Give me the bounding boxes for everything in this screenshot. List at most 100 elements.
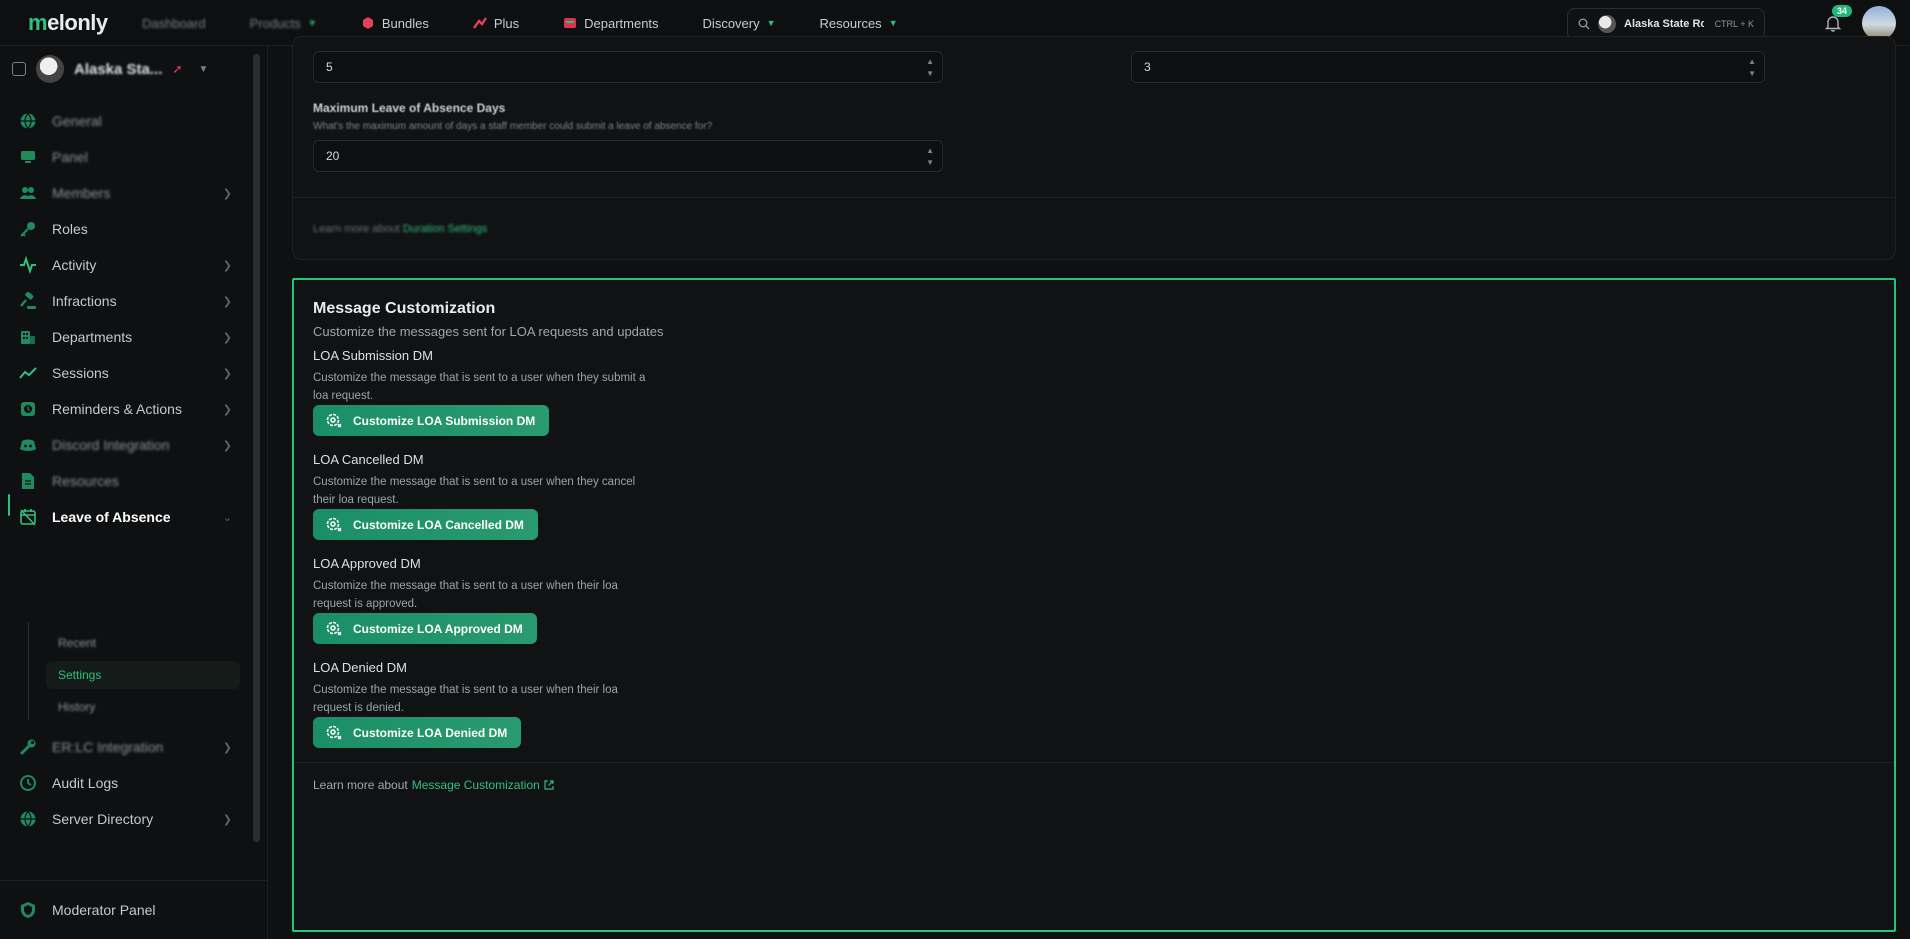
- sidebar-item-sessions[interactable]: Sessions ❯: [18, 358, 232, 388]
- submenu-item-recent[interactable]: Recent: [46, 629, 240, 657]
- sidebar-item-departments[interactable]: Departments ❯: [18, 322, 232, 352]
- section-subtitle: Customize the messages sent for LOA requ…: [313, 324, 664, 339]
- sidebar-footer: Moderator Panel: [0, 880, 268, 939]
- calendar-off-icon: [18, 507, 38, 527]
- dm-title: LOA Submission DM: [313, 348, 433, 363]
- sidebar-item-roles[interactable]: Roles: [18, 214, 232, 244]
- chevron-down-icon: ⌄: [222, 511, 232, 524]
- duration-input-a[interactable]: 5 ▲ ▼: [313, 51, 943, 83]
- dm-title: LOA Approved DM: [313, 556, 421, 571]
- chevron-down-icon: ▼: [307, 18, 317, 28]
- active-indicator: [8, 494, 10, 516]
- bundle-icon: [362, 17, 373, 29]
- server-name: Alaska Sta...: [74, 60, 163, 78]
- chevron-right-icon: ❯: [222, 367, 232, 380]
- dm-title: LOA Denied DM: [313, 660, 407, 675]
- nav-resources[interactable]: Resources ▼: [820, 16, 898, 31]
- nav-bundles[interactable]: Bundles: [361, 16, 429, 31]
- sidebar-item-discord-integration[interactable]: Discord Integration ❯: [18, 430, 232, 460]
- customize-loa-approved-dm-button[interactable]: Customize LOA Approved DM: [313, 613, 537, 644]
- chevron-right-icon: ❯: [222, 741, 232, 754]
- chevron-right-icon: ❯: [222, 403, 232, 416]
- card-divider: [294, 762, 1894, 763]
- sessions-icon: [18, 363, 38, 383]
- duration-settings-learn-more: Learn more about Duration Settings: [313, 223, 488, 235]
- sidebar-item-leave-of-absence[interactable]: Leave of Absence ⌄: [18, 502, 232, 532]
- message-customization-link[interactable]: Message Customization: [412, 778, 540, 792]
- search-server-name: Alaska State Role: [1624, 18, 1704, 30]
- history-icon: [18, 773, 38, 793]
- chevron-right-icon: ❯: [222, 187, 232, 200]
- sidebar-item-members[interactable]: Members ❯: [18, 178, 232, 208]
- melonly-logo[interactable]: melonly: [28, 10, 108, 36]
- notification-badge: 34: [1832, 5, 1853, 17]
- nav-discovery[interactable]: Discovery ▼: [703, 16, 776, 31]
- dm-description: Customize the message that is sent to a …: [313, 684, 618, 714]
- sidebar-item-general[interactable]: General: [18, 106, 232, 136]
- search-icon: [1578, 18, 1590, 30]
- stepper-arrows-icon[interactable]: ▲ ▼: [926, 145, 934, 169]
- activity-icon: [18, 255, 38, 275]
- gear-icon: [326, 725, 342, 739]
- nav-products[interactable]: Products ▼: [250, 16, 317, 31]
- dm-description: Customize the message that is sent to a …: [313, 580, 618, 610]
- gavel-icon: [18, 291, 38, 311]
- loa-submission-dm-block: LOA Submission DM Customize the message …: [313, 348, 733, 405]
- chevron-right-icon: ❯: [222, 813, 232, 826]
- nav-dashboard[interactable]: Dashboard: [142, 16, 206, 31]
- stepper-arrows-icon[interactable]: ▲ ▼: [926, 56, 934, 80]
- external-link-icon: [544, 780, 554, 790]
- max-loa-days-title: Maximum Leave of Absence Days: [313, 101, 506, 115]
- dm-description: Customize the message that is sent to a …: [313, 476, 636, 506]
- reminder-icon: [18, 399, 38, 419]
- duration-input-b[interactable]: 3 ▲ ▼: [1131, 51, 1765, 83]
- nav-departments[interactable]: Departments: [563, 16, 659, 31]
- chevron-down-icon: ▼: [198, 63, 209, 75]
- stepper-arrows-icon[interactable]: ▲ ▼: [1748, 56, 1756, 80]
- nav-plus[interactable]: Plus: [472, 16, 519, 31]
- loa-approved-dm-block: LOA Approved DM Customize the message th…: [313, 556, 733, 613]
- sidebar-item-infractions[interactable]: Infractions ❯: [18, 286, 232, 316]
- section-title: Message Customization: [313, 300, 496, 317]
- members-icon: [18, 183, 38, 203]
- monitor-icon: [18, 147, 38, 167]
- sidebar-item-resources[interactable]: Resources: [18, 466, 232, 496]
- max-loa-days-input[interactable]: 20 ▲ ▼: [313, 140, 943, 172]
- shield-icon: [18, 900, 38, 920]
- user-avatar[interactable]: [1862, 6, 1896, 40]
- submenu-guide-line: [28, 622, 29, 720]
- customize-loa-denied-dm-button[interactable]: Customize LOA Denied DM: [313, 717, 522, 748]
- duration-settings-link[interactable]: Duration Settings: [403, 223, 487, 235]
- sidebar-item-server-directory[interactable]: Server Directory ❯: [18, 804, 232, 834]
- sidebar-item-panel[interactable]: Panel: [18, 142, 232, 172]
- dm-title: LOA Cancelled DM: [313, 452, 424, 467]
- chevron-right-icon: ❯: [222, 259, 232, 272]
- server-switcher[interactable]: Alaska Sta... ➚ ▼: [12, 54, 208, 84]
- chevron-down-icon: ▼: [766, 18, 776, 28]
- sidebar-item-erlc-integration[interactable]: ER:LC Integration ❯: [18, 732, 232, 762]
- submenu-item-history[interactable]: History: [46, 693, 240, 721]
- gear-icon: [326, 621, 342, 635]
- chevron-right-icon: ❯: [222, 439, 232, 452]
- discord-icon: [18, 435, 38, 455]
- sidebar-scrollbar[interactable]: [253, 54, 260, 842]
- submenu-item-settings[interactable]: Settings: [46, 661, 240, 689]
- message-customization-card: Message Customization Customize the mess…: [292, 278, 1896, 932]
- customize-loa-submission-dm-button[interactable]: Customize LOA Submission DM: [313, 405, 550, 436]
- search-shortcut: CTRL + K: [1714, 19, 1754, 29]
- gear-icon: [326, 413, 342, 427]
- customize-loa-cancelled-dm-button[interactable]: Customize LOA Cancelled DM: [313, 509, 538, 540]
- chevron-down-icon: ▼: [888, 18, 898, 28]
- message-customization-learn-more: Learn more about Message Customization: [313, 778, 554, 792]
- sidebar-collapse-icon[interactable]: [12, 62, 26, 76]
- dm-description: Customize the message that is sent to a …: [313, 372, 646, 402]
- chevron-right-icon: ❯: [222, 295, 232, 308]
- moderator-panel-link[interactable]: Moderator Panel: [18, 895, 232, 925]
- wrench-icon: [18, 737, 38, 757]
- departments-icon: [564, 18, 577, 28]
- sidebar-item-reminders[interactable]: Reminders & Actions ❯: [18, 394, 232, 424]
- document-icon: [18, 471, 38, 491]
- sidebar-item-audit-logs[interactable]: Audit Logs: [18, 768, 232, 798]
- sidebar-item-activity[interactable]: Activity ❯: [18, 250, 232, 280]
- plus-icon: ➚: [172, 62, 183, 76]
